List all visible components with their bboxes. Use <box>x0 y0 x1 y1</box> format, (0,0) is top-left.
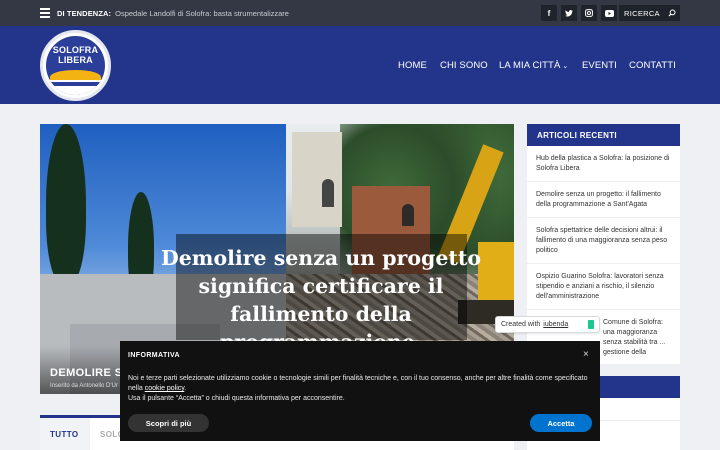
chevron-down-icon: ⌄ <box>562 63 569 70</box>
nav-la-mia-citta-label: LA MIA CITTÀ <box>499 60 561 71</box>
search-label: RICERCA <box>624 8 660 18</box>
logo-text-line2: LIBERA <box>58 55 93 65</box>
tab-tutto[interactable]: TUTTO <box>40 418 90 450</box>
top-bar: DI TENDENZA: Ospedale Landolfi di Solofr… <box>0 0 720 26</box>
nav-home[interactable]: HOME <box>398 60 427 71</box>
cookie-text-part3: Usa il pulsante “Accetta” o chiudi quest… <box>128 395 345 402</box>
cookie-text: Noi e terze parti selezionate utilizziam… <box>128 374 588 404</box>
cookie-banner: INFORMATIVA × Noi e terze parti selezion… <box>120 341 600 441</box>
accept-button[interactable]: Accetta <box>530 414 592 432</box>
cookie-policy-link[interactable]: cookie policy <box>145 385 185 392</box>
instagram-icon[interactable] <box>581 5 597 21</box>
trending-link[interactable]: Ospedale Landolfi di Solofra: basta stru… <box>115 9 289 18</box>
site-logo[interactable]: SOLOFRA LIBERA <box>40 30 111 101</box>
recent-articles-heading: ARTICOLI RECENTI <box>527 124 680 146</box>
nav-chi-sono[interactable]: CHI SONO <box>440 60 488 71</box>
youtube-icon[interactable] <box>601 5 617 21</box>
iubenda-prefix: Created with <box>501 321 541 328</box>
twitter-icon[interactable] <box>561 5 577 21</box>
facebook-icon[interactable]: f <box>541 5 557 21</box>
recent-article-link[interactable]: Solofra spettatrice delle decisioni altr… <box>527 218 680 264</box>
iubenda-flag-icon <box>588 320 594 329</box>
close-icon[interactable]: × <box>583 349 589 360</box>
featured-meta: Inserito da Antonello D'Ur <box>50 383 118 389</box>
menu-icon[interactable] <box>40 8 50 18</box>
featured-image-caption: Demolire senza un progetto significa cer… <box>160 246 482 354</box>
nav-eventi[interactable]: EVENTI <box>582 60 617 71</box>
social-links: f <box>541 5 617 21</box>
trending-label: DI TENDENZA: <box>57 8 112 18</box>
nav-contatti[interactable]: CONTATTI <box>629 60 676 71</box>
cookie-title: INFORMATIVA <box>128 352 180 359</box>
search-icon <box>668 9 676 17</box>
logo-text-line1: SOLOFRA <box>52 45 99 55</box>
recent-article-link[interactable]: Hub della plastica a Solofra: la posizio… <box>527 146 680 182</box>
recent-article-link[interactable]: Ospizio Guarino Solofra: lavoratori senz… <box>527 264 680 310</box>
recent-article-link[interactable]: Demolire senza un progetto: il falliment… <box>527 182 680 218</box>
iubenda-link[interactable]: iubenda <box>543 321 568 328</box>
learn-more-button[interactable]: Scopri di più <box>128 414 209 432</box>
cookie-text-part1: Noi e terze parti selezionate utilizziam… <box>128 375 588 392</box>
nav-la-mia-citta[interactable]: LA MIA CITTÀ ⌄ <box>499 60 568 71</box>
iubenda-badge[interactable]: Created with iubenda <box>495 316 600 333</box>
cookie-text-part2: . <box>184 385 187 392</box>
search-button[interactable]: RICERCA <box>619 5 680 21</box>
